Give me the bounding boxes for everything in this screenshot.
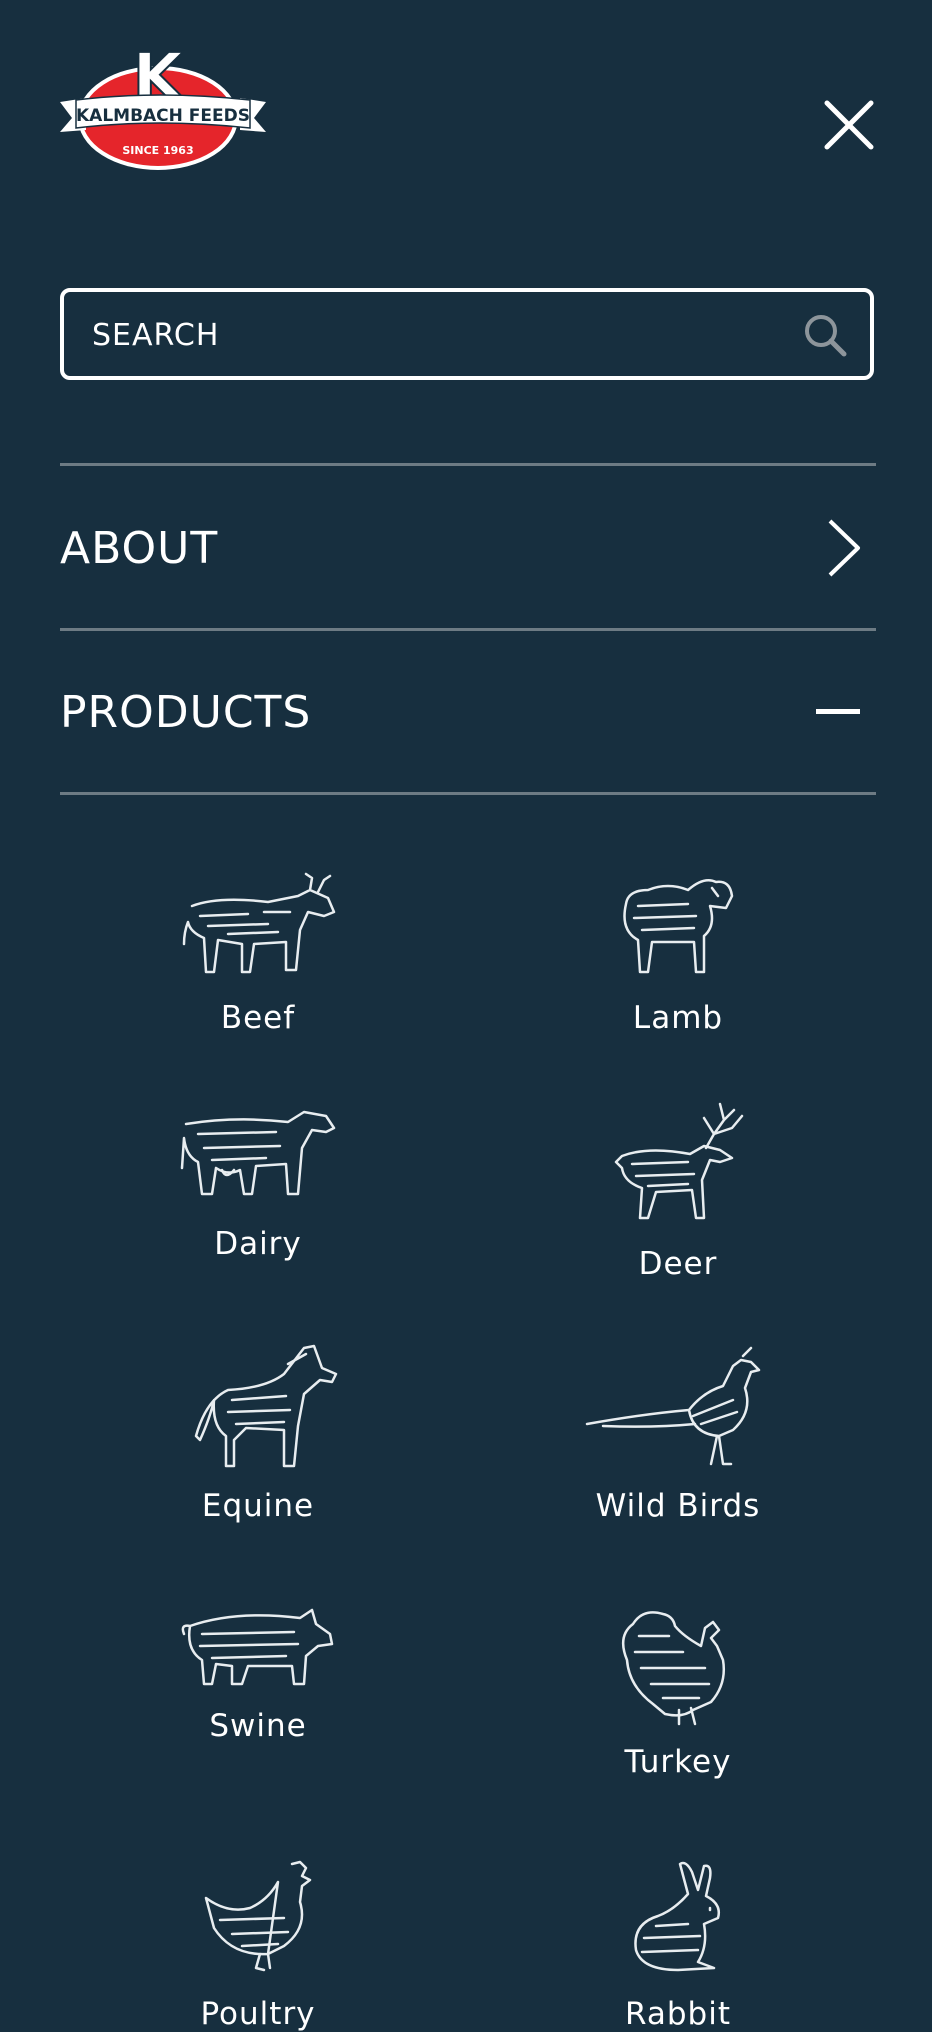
- close-button[interactable]: [818, 94, 880, 156]
- product-equine[interactable]: Equine: [48, 1340, 468, 1524]
- product-wild-birds[interactable]: Wild Birds: [468, 1340, 888, 1524]
- nav-item-products-label: PRODUCTS: [60, 686, 312, 738]
- search-icon[interactable]: [802, 312, 848, 358]
- close-icon: [824, 100, 874, 150]
- product-swine-label: Swine: [209, 1708, 307, 1744]
- product-deer[interactable]: Deer: [468, 1098, 888, 1282]
- product-turkey-label: Turkey: [624, 1744, 732, 1780]
- nav-divider: [60, 792, 876, 795]
- chevron-right-icon: [828, 519, 860, 577]
- nav-divider: [60, 463, 876, 466]
- deer-icon: [614, 1102, 744, 1220]
- pheasant-icon: [585, 1346, 761, 1466]
- nav-item-about[interactable]: ABOUT: [60, 468, 876, 628]
- logo-tagline: SINCE 1963: [122, 144, 193, 157]
- product-lamb[interactable]: Lamb: [468, 872, 888, 1036]
- nav-item-products[interactable]: PRODUCTS: [60, 632, 876, 792]
- chicken-icon: [204, 1860, 312, 1972]
- product-wild-birds-label: Wild Birds: [595, 1488, 761, 1524]
- product-poultry[interactable]: Poultry: [48, 1858, 468, 2032]
- search-input[interactable]: [90, 292, 794, 378]
- logo-name: KALMBACH FEEDS: [76, 106, 250, 126]
- sheep-icon: [623, 879, 734, 974]
- product-dairy-label: Dairy: [214, 1226, 302, 1262]
- rabbit-icon: [634, 1861, 720, 1972]
- product-dairy[interactable]: Dairy: [48, 1098, 468, 1262]
- dairy-cow-icon: [180, 1110, 336, 1196]
- kalmbach-feeds-logo[interactable]: K KALMBACH FEEDS SINCE 1963: [58, 38, 268, 170]
- product-swine[interactable]: Swine: [48, 1600, 468, 1744]
- product-poultry-label: Poultry: [200, 1996, 316, 2032]
- product-lamb-label: Lamb: [632, 1000, 724, 1036]
- turkey-icon: [621, 1611, 725, 1726]
- search-box: [60, 288, 874, 380]
- product-equine-label: Equine: [201, 1488, 315, 1524]
- minus-icon: [816, 709, 860, 714]
- horse-icon: [194, 1344, 338, 1468]
- product-deer-label: Deer: [638, 1246, 718, 1282]
- product-rabbit[interactable]: Rabbit: [468, 1858, 888, 2032]
- product-rabbit-label: Rabbit: [625, 1996, 731, 2032]
- nav-divider: [60, 628, 876, 631]
- product-beef[interactable]: Beef: [48, 872, 468, 1036]
- product-beef-label: Beef: [220, 1000, 296, 1036]
- product-turkey[interactable]: Turkey: [468, 1606, 888, 1780]
- cow-icon: [182, 872, 336, 974]
- nav-item-about-label: ABOUT: [60, 522, 219, 574]
- pig-icon: [181, 1608, 334, 1686]
